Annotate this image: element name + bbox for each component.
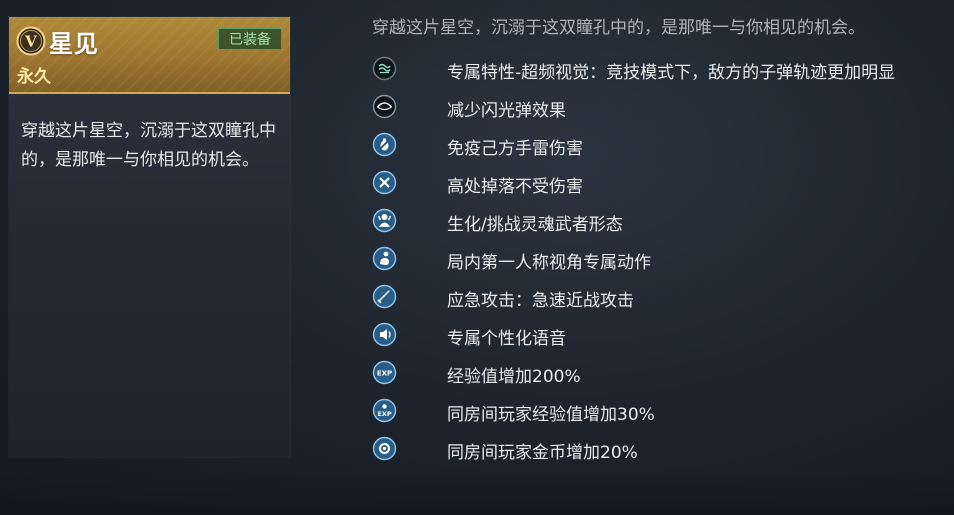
wave-vision-icon [372, 56, 397, 81]
item-card-header: V 星见 永久 已装备 [9, 17, 290, 94]
feature-label: 专属特性-超频视觉：竞技模式下，敌方的子弹轨迹更加明显 [447, 63, 896, 83]
item-name: 星见 [49, 30, 99, 58]
feature-item: 高处掉落不受伤害 [372, 166, 952, 204]
item-description: 穿越这片星空，沉溺于这双瞳孔中的，是那唯一与你相见的机会。 [21, 121, 276, 170]
svg-text:EXP: EXP [377, 370, 392, 378]
feature-item: 应急攻击：急速近战攻击 [372, 280, 952, 318]
equipped-badge: 已装备 [218, 28, 282, 50]
first-person-action-icon [372, 246, 397, 271]
feature-label: 专属个性化语音 [447, 329, 566, 349]
feature-label: 生化/挑战灵魂武者形态 [447, 215, 623, 235]
fall-immune-icon [372, 170, 397, 195]
voice-icon [372, 322, 397, 347]
feature-label: 免疫己方手雷伤害 [447, 139, 583, 159]
bottom-shade [0, 470, 954, 515]
feature-label: 同房间玩家经验值增加30% [447, 405, 655, 425]
room-gold-icon [372, 436, 397, 461]
feature-item: 生化/挑战灵魂武者形态 [372, 204, 952, 242]
feature-item: 减少闪光弹效果 [372, 90, 952, 128]
item-duration: 永久 [17, 67, 51, 87]
grenade-immune-icon [372, 132, 397, 157]
exp-icon: EXP [372, 360, 397, 385]
feature-item: 免疫己方手雷伤害 [372, 128, 952, 166]
item-card: V 星见 永久 已装备 穿越这片星空，沉溺于这双瞳孔中的，是那唯一与你相见的机会… [9, 17, 290, 457]
soul-warrior-icon [372, 208, 397, 233]
feature-item: 同房间玩家金币增加20% [372, 432, 952, 470]
melee-attack-icon [372, 284, 397, 309]
feature-label: 同房间玩家金币增加20% [447, 443, 638, 463]
details-intro: 穿越这片星空，沉溺于这双瞳孔中的，是那唯一与你相见的机会。 [372, 18, 865, 38]
feature-label: 高处掉落不受伤害 [447, 177, 583, 197]
feature-label: 经验值增加200% [447, 367, 581, 387]
feature-label: 局内第一人称视角专属动作 [447, 253, 651, 273]
feature-label: 应急攻击：急速近战攻击 [447, 291, 634, 311]
feature-item: EXP 同房间玩家经验值增加30% [372, 394, 952, 432]
feature-item: 局内第一人称视角专属动作 [372, 242, 952, 280]
feature-item: EXP 经验值增加200% [372, 356, 952, 394]
feature-label: 减少闪光弹效果 [447, 101, 566, 121]
feature-item: 专属个性化语音 [372, 318, 952, 356]
eye-flash-icon [372, 94, 397, 119]
svg-text:EXP: EXP [377, 410, 391, 418]
room-exp-icon: EXP [372, 398, 397, 423]
feature-item: 专属特性-超频视觉：竞技模式下，敌方的子弹轨迹更加明显 [372, 52, 952, 90]
rank-letter: V [24, 33, 37, 51]
vip-rank-icon: V [16, 26, 46, 56]
feature-list: 专属特性-超频视觉：竞技模式下，敌方的子弹轨迹更加明显 减少闪光弹效果 免疫己方… [372, 52, 952, 470]
